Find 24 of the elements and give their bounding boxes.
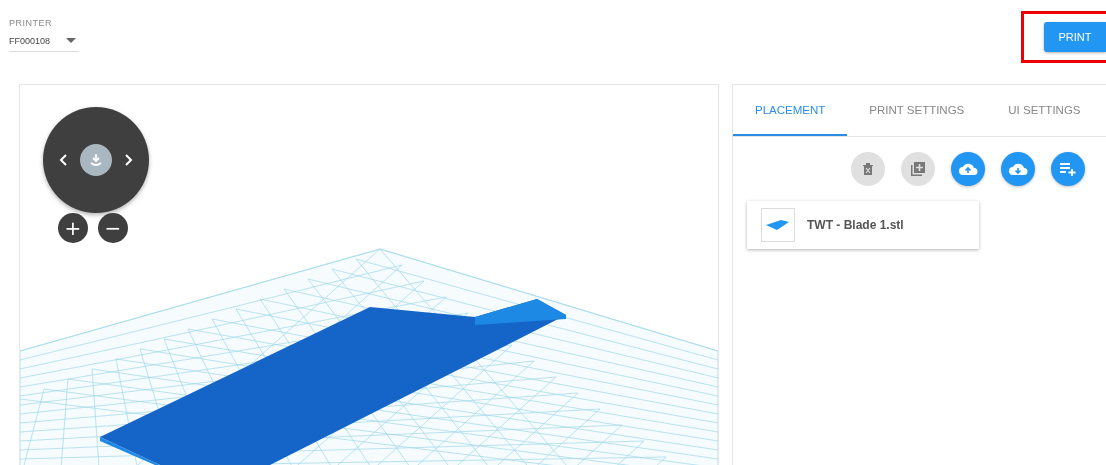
model-name: TWT - Blade 1.stl: [807, 218, 904, 232]
add-list-button[interactable]: [1051, 152, 1085, 186]
zoom-out-button[interactable]: −: [98, 213, 128, 243]
chevron-right-icon[interactable]: [123, 153, 134, 167]
download-icon: [89, 153, 103, 167]
home-view-button[interactable]: [80, 144, 112, 176]
zoom-in-button[interactable]: +: [58, 213, 88, 243]
download-button[interactable]: [1001, 152, 1035, 186]
model-thumbnail: [761, 208, 795, 242]
cloud-upload-icon: [958, 162, 978, 176]
duplicate-icon: [910, 161, 926, 177]
tab[interactable]: PRINT SETTINGS: [847, 85, 987, 136]
cloud-download-icon: [1008, 162, 1028, 176]
tab[interactable]: PLACEMENT: [733, 85, 848, 136]
trash-icon: [862, 162, 874, 176]
printer-label: PRINTER: [9, 18, 53, 28]
playlist-add-icon: [1059, 162, 1077, 176]
upload-button[interactable]: [951, 152, 985, 186]
chevron-left-icon[interactable]: [58, 153, 69, 167]
orbit-control[interactable]: [43, 107, 149, 213]
model-card[interactable]: TWT - Blade 1.stl: [747, 201, 979, 249]
printer-select[interactable]: FF000108: [9, 36, 79, 52]
caret-icon: [66, 38, 77, 44]
tab[interactable]: UI SETTINGS: [986, 85, 1103, 136]
